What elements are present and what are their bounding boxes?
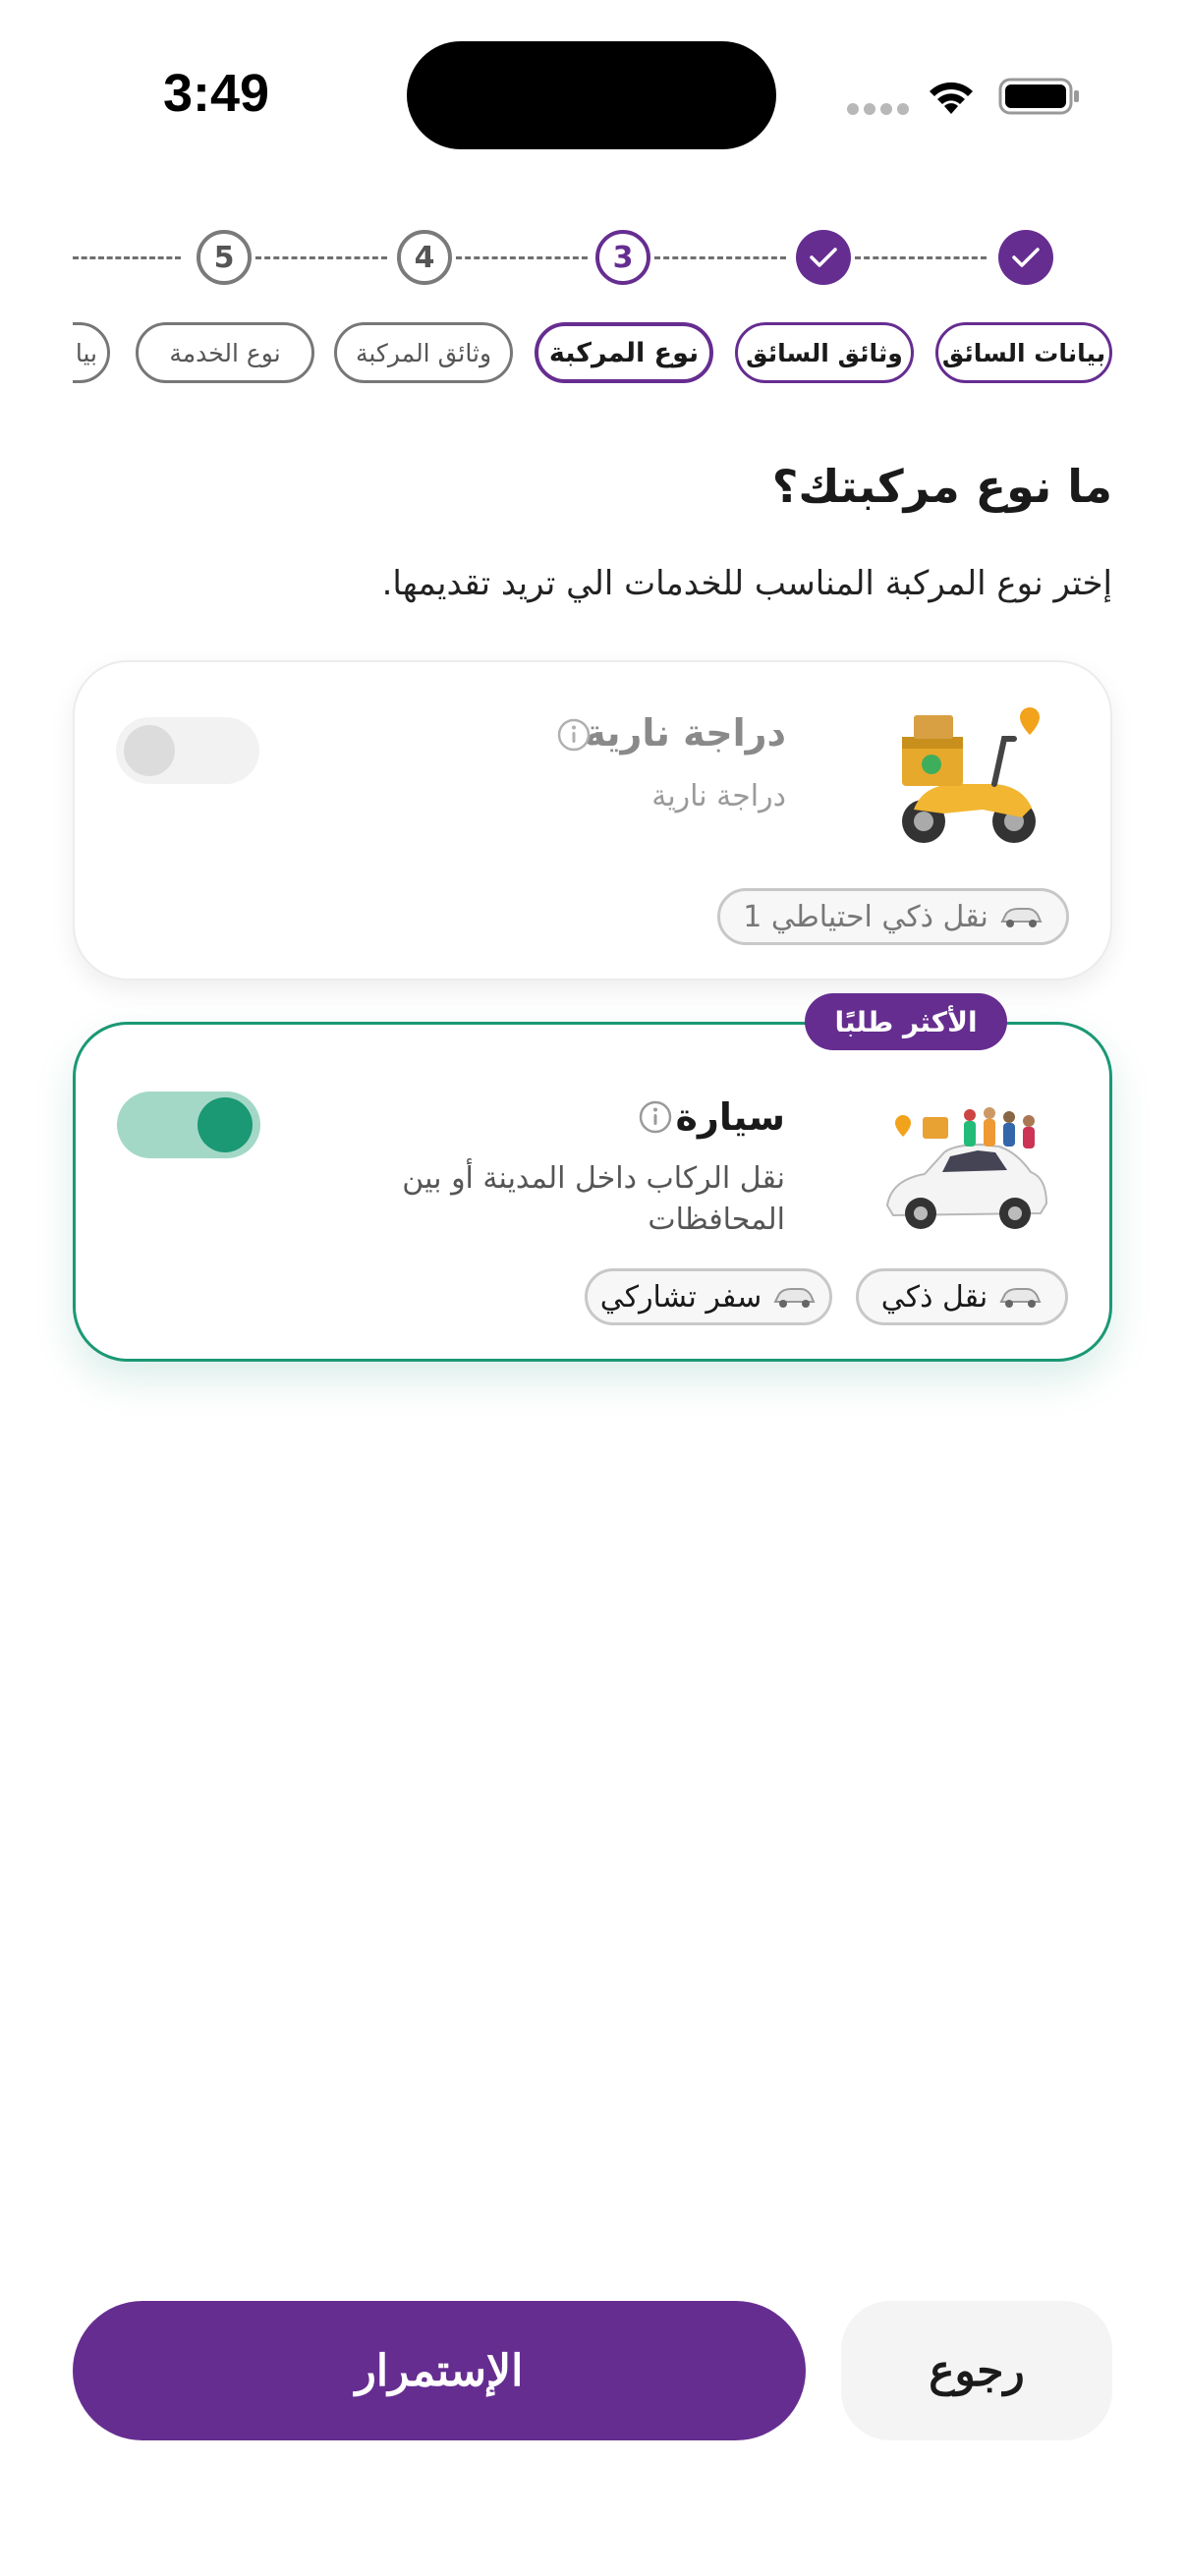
info-icon[interactable] <box>638 1099 673 1135</box>
step-label-service-type[interactable]: نوع الخدمة <box>136 322 314 383</box>
step-3: 3 <box>595 230 650 285</box>
car-image <box>885 1107 1048 1229</box>
motorcycle-image <box>902 707 1040 843</box>
page-title: ما نوع مركبتك؟ <box>771 460 1112 513</box>
service-chip-label: سفر تشاركي <box>599 1279 762 1315</box>
step-label-vehicle-type[interactable]: نوع المركبة <box>535 322 713 383</box>
step-connector <box>73 256 181 259</box>
vehicle-description: دراجة نارية <box>651 779 786 813</box>
back-button[interactable]: رجوع <box>841 2301 1112 2440</box>
step-connector <box>456 256 588 259</box>
car-icon <box>999 1288 1042 1308</box>
service-chip: سفر تشاركي <box>585 1268 832 1325</box>
vehicle-description: نقل الركاب داخل المدينة أو بين المحافظات <box>402 1161 785 1237</box>
toggle-knob <box>198 1097 253 1152</box>
service-chip: نقل ذكي <box>856 1268 1068 1325</box>
checkmark-icon <box>1012 248 1040 267</box>
status-time: 3:49 <box>163 64 270 123</box>
step-5: 5 <box>197 230 252 285</box>
cellular-signal-icon <box>847 103 909 115</box>
step-1-complete <box>998 230 1053 285</box>
step-connector <box>855 256 987 259</box>
service-chip: نقل ذكي احتياطي 1 <box>717 888 1069 945</box>
car-icon <box>1000 908 1043 927</box>
service-chip-label: نقل ذكي احتياطي 1 <box>743 899 988 934</box>
info-icon[interactable] <box>556 717 592 753</box>
vehicle-card-car[interactable]: سيارة نقل الركاب داخل المدينة أو بين الم… <box>73 1022 1112 1362</box>
step-4: 4 <box>397 230 452 285</box>
vehicle-card-motorcycle[interactable]: دراجة نارية دراجة نارية نقل ذكي احتياطي … <box>73 660 1112 980</box>
checkmark-icon <box>810 248 837 267</box>
progress-stepper: 5 4 3 <box>73 228 1112 287</box>
car-toggle[interactable] <box>117 1092 260 1158</box>
step-connector <box>654 256 786 259</box>
step-2-complete <box>796 230 851 285</box>
continue-button[interactable]: الإستمرار <box>73 2301 806 2440</box>
dynamic-island <box>407 41 776 149</box>
toggle-knob <box>124 725 175 776</box>
step-connector <box>255 256 387 259</box>
step-label-driver-documents[interactable]: وثائق السائق <box>735 322 914 383</box>
vehicle-title: سيارة <box>675 1095 785 1139</box>
step-label-vehicle-documents[interactable]: وثائق المركبة <box>334 322 513 383</box>
step-labels: بيا نوع الخدمة وثائق المركبة نوع المركبة… <box>73 320 1112 385</box>
most-requested-badge: الأكثر طلبًا <box>805 993 1007 1050</box>
vehicle-title: دراجة نارية <box>584 711 786 755</box>
step-label-driver-info[interactable]: بيانات السائق <box>935 322 1112 383</box>
car-icon <box>773 1288 816 1308</box>
battery-icon <box>998 78 1079 115</box>
page-subtitle: إختر نوع المركبة المناسب للخدمات الي تري… <box>381 564 1112 603</box>
service-chip-label: نقل ذكي <box>880 1279 988 1315</box>
motorcycle-toggle[interactable] <box>116 717 259 784</box>
wifi-icon <box>930 82 973 114</box>
step-label-partial[interactable]: بيا <box>73 322 110 383</box>
